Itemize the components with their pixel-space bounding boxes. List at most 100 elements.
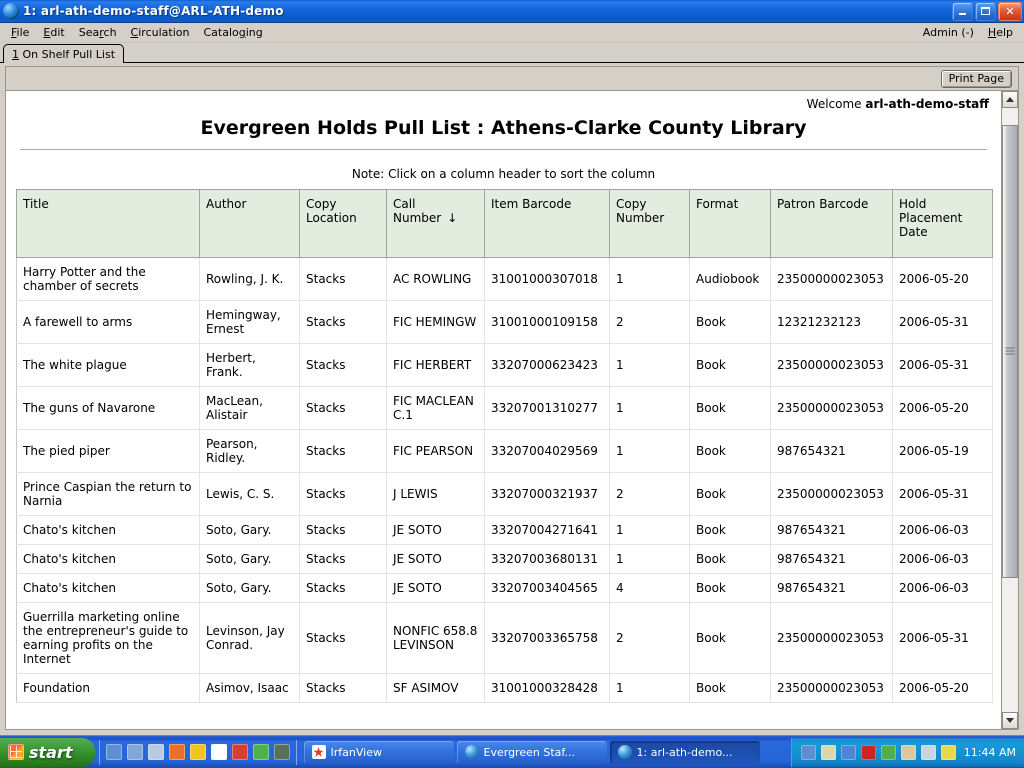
table-row[interactable]: Foundation Asimov, Isaac Stacks SF ASIMOV 31… <box>16 673 993 703</box>
cell-format: Book <box>689 300 771 344</box>
table-body: Harry Potter and the chamber of secrets R… <box>16 257 993 703</box>
windows-logo-icon <box>8 744 24 760</box>
menu-help[interactable]: Help <box>981 24 1020 41</box>
cell-copy-number: 1 <box>609 343 690 387</box>
welcome-prefix: Welcome <box>806 97 862 111</box>
print-page-button[interactable]: Print Page <box>940 69 1012 88</box>
column-header-copy-number[interactable]: Copy Number <box>609 189 690 258</box>
tab-strip: 1 On Shelf Pull List <box>0 43 1024 63</box>
cell-author: Rowling, J. K. <box>199 257 300 301</box>
cell-hold-placement-date: 2006-06-03 <box>892 515 993 545</box>
cell-title: Prince Caspian the return to Narnia <box>16 472 200 516</box>
pencil-icon[interactable] <box>940 744 956 760</box>
table-row[interactable]: The white plague Herbert, Frank. Stacks FIC… <box>16 343 993 387</box>
task-buttons: IrfanView Evergreen Staf... 1: arl-ath-dem… <box>297 740 791 764</box>
cell-hold-placement-date: 2006-05-20 <box>892 257 993 301</box>
vertical-scrollbar[interactable] <box>1001 91 1018 729</box>
cell-author: Pearson, Ridley. <box>199 429 300 473</box>
scroll-down-button[interactable] <box>1002 712 1018 729</box>
cell-format: Book <box>689 472 771 516</box>
cell-title: Chato's kitchen <box>16 515 200 545</box>
minimize-button[interactable] <box>952 1 973 21</box>
start-button[interactable]: start <box>0 737 95 767</box>
column-header-format[interactable]: Format <box>689 189 771 258</box>
cell-patron-barcode: 23500000023053 <box>770 343 893 387</box>
task-button[interactable]: IrfanView <box>303 740 454 764</box>
cell-title: The white plague <box>16 343 200 387</box>
cell-copy-number: 1 <box>609 515 690 545</box>
table-row[interactable]: Chato's kitchen Soto, Gary. Stacks JE SOTO 3… <box>16 544 993 574</box>
monitor-icon[interactable] <box>920 744 936 760</box>
cell-item-barcode: 33207003404565 <box>484 573 610 603</box>
table-row[interactable]: Guerrilla marketing online the entrepren… <box>16 602 993 674</box>
table-row[interactable]: Harry Potter and the chamber of secrets R… <box>16 257 993 301</box>
column-header-patron-barcode[interactable]: Patron Barcode <box>770 189 893 258</box>
scrollbar-thumb[interactable] <box>1002 124 1018 578</box>
cell-call-number: J LEWIS <box>386 472 485 516</box>
antivirus-icon[interactable] <box>880 744 896 760</box>
v2-app-icon[interactable] <box>210 744 227 760</box>
cell-hold-placement-date: 2006-05-20 <box>892 386 993 430</box>
cell-format: Book <box>689 386 771 430</box>
column-header-call-number[interactable]: Call Number ↓ <box>386 189 485 258</box>
table-row[interactable]: Chato's kitchen Soto, Gary. Stacks JE SOTO 3… <box>16 573 993 603</box>
task-button[interactable]: Evergreen Staf... <box>456 740 607 764</box>
welcome-banner: Welcome arl-ath-demo-staff <box>16 97 991 111</box>
ati-icon[interactable] <box>860 744 876 760</box>
cell-copy-number: 2 <box>609 602 690 674</box>
paint-icon[interactable] <box>231 744 248 760</box>
scrollbar-track[interactable] <box>1002 108 1018 712</box>
taskbar-clock: 11:44 AM <box>963 745 1016 759</box>
cell-title: Chato's kitchen <box>16 573 200 603</box>
column-header-item-barcode[interactable]: Item Barcode <box>484 189 610 258</box>
scroll-up-button[interactable] <box>1002 91 1018 108</box>
usb-icon[interactable] <box>900 744 916 760</box>
network-icon[interactable] <box>800 744 816 760</box>
column-header-author[interactable]: Author <box>199 189 300 258</box>
tab-on-shelf-pull-list[interactable]: 1 On Shelf Pull List <box>3 44 125 63</box>
cell-title: A farewell to arms <box>16 300 200 344</box>
menu-edit[interactable]: Edit <box>36 24 71 41</box>
task-button-label: IrfanView <box>330 745 382 759</box>
table-row[interactable]: A farewell to arms Hemingway, Ernest Stack… <box>16 300 993 344</box>
close-button[interactable]: ✕ <box>998 1 1022 21</box>
refresh-icon[interactable] <box>252 744 269 760</box>
column-header-hold-placement-date[interactable]: Hold Placement Date <box>892 189 993 258</box>
cell-format: Book <box>689 429 771 473</box>
menu-circulation[interactable]: Circulation <box>124 24 197 41</box>
table-row[interactable]: Chato's kitchen Soto, Gary. Stacks JE SOTO 3… <box>16 515 993 545</box>
shield-icon[interactable] <box>820 744 836 760</box>
cell-patron-barcode: 23500000023053 <box>770 472 893 516</box>
menu-admin[interactable]: Admin (-) <box>916 24 981 41</box>
cell-author: Hemingway, Ernest <box>199 300 300 344</box>
folder-icon[interactable] <box>147 744 164 760</box>
table-row[interactable]: The guns of Navarone MacLean, Alistair Sta… <box>16 386 993 430</box>
column-header-title[interactable]: Title <box>16 189 200 258</box>
firefox-icon[interactable] <box>168 744 185 760</box>
terminal-icon[interactable] <box>273 744 290 760</box>
caret-up-icon <box>1006 97 1014 102</box>
cell-author: MacLean, Alistair <box>199 386 300 430</box>
table-row[interactable]: Prince Caspian the return to Narnia Lewis… <box>16 472 993 516</box>
cell-patron-barcode: 987654321 <box>770 573 893 603</box>
cell-copy-number: 1 <box>609 257 690 301</box>
task-button[interactable]: 1: arl-ath-demo... <box>609 740 760 764</box>
page-toolbar: Print Page <box>5 66 1019 90</box>
cell-copy-location: Stacks <box>299 602 387 674</box>
menu-cataloging[interactable]: Cataloging <box>196 24 269 41</box>
smiley-icon[interactable] <box>189 744 206 760</box>
menu-file[interactable]: FFileile <box>4 24 36 41</box>
menu-search[interactable]: Search <box>72 24 124 41</box>
column-header-copy-location[interactable]: Copy Location <box>299 189 387 258</box>
maximize-button[interactable] <box>975 1 996 21</box>
cell-item-barcode: 33207001310277 <box>484 386 610 430</box>
title-bar: 1: arl-ath-demo-staff@ARL-ATH-demo ✕ <box>0 0 1024 23</box>
show-desktop-icon[interactable] <box>105 744 122 760</box>
sound-icon[interactable] <box>840 744 856 760</box>
cell-patron-barcode: 987654321 <box>770 515 893 545</box>
media-player-icon[interactable] <box>126 744 143 760</box>
cell-call-number: FIC HERBERT <box>386 343 485 387</box>
cell-hold-placement-date: 2006-05-31 <box>892 300 993 344</box>
table-row[interactable]: The pied piper Pearson, Ridley. Stacks FIC … <box>16 429 993 473</box>
cell-item-barcode: 33207004029569 <box>484 429 610 473</box>
